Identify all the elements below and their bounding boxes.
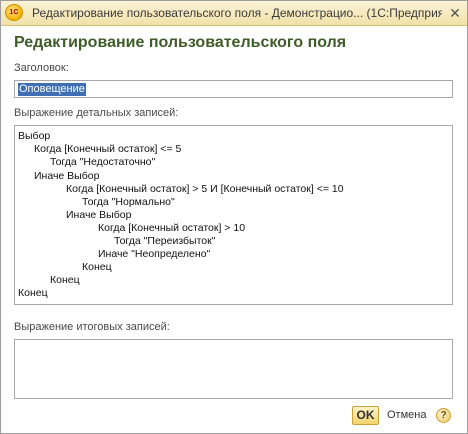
code-line: Тогда "Нормально" [82,196,175,208]
window-title: Редактирование пользовательского поля - … [32,6,442,20]
code-line: Когда [Конечный остаток] > 5 И [Конечный… [66,183,344,195]
close-icon: ✕ [449,5,461,21]
code-line: Тогда "Недостаточно" [50,156,156,168]
code-line: Когда [Конечный остаток] <= 5 [34,143,182,155]
help-icon: ? [440,410,447,421]
page-title: Редактирование пользовательского поля [14,34,347,51]
total-expression-label: Выражение итоговых записей: [14,321,170,333]
code-line: Выбор [18,130,51,142]
code-line: Конец [18,287,48,299]
code-line: Когда [Конечный остаток] > 10 [98,222,246,234]
code-line: Тогда "Переизбыток" [114,235,216,247]
code-line: Конец [82,261,112,273]
detail-expression-label: Выражение детальных записей: [14,107,179,119]
detail-expression-field[interactable]: Выбор Когда [Конечный остаток] <= 5 Тогд… [14,125,453,305]
dialog-window: 1С Редактирование пользовательского поля… [0,0,468,434]
total-expression-field[interactable] [14,339,453,399]
ok-button[interactable]: OK [352,406,379,425]
code-line: Иначе Выбор [66,209,132,221]
title-bar[interactable]: 1С Редактирование пользовательского поля… [1,1,467,26]
caption-value: Оповещение [18,83,86,96]
code-line: Иначе Выбор [34,170,100,182]
cancel-button[interactable]: Отмена [387,409,426,421]
caption-input[interactable]: Оповещение [14,80,453,98]
app-logo-icon[interactable]: 1С [5,4,23,21]
caption-label: Заголовок: [14,62,69,74]
close-button[interactable]: ✕ [447,5,463,21]
code-line: Конец [50,274,80,286]
code-line: Иначе "Неопределено" [98,248,211,260]
help-button[interactable]: ? [436,408,451,423]
